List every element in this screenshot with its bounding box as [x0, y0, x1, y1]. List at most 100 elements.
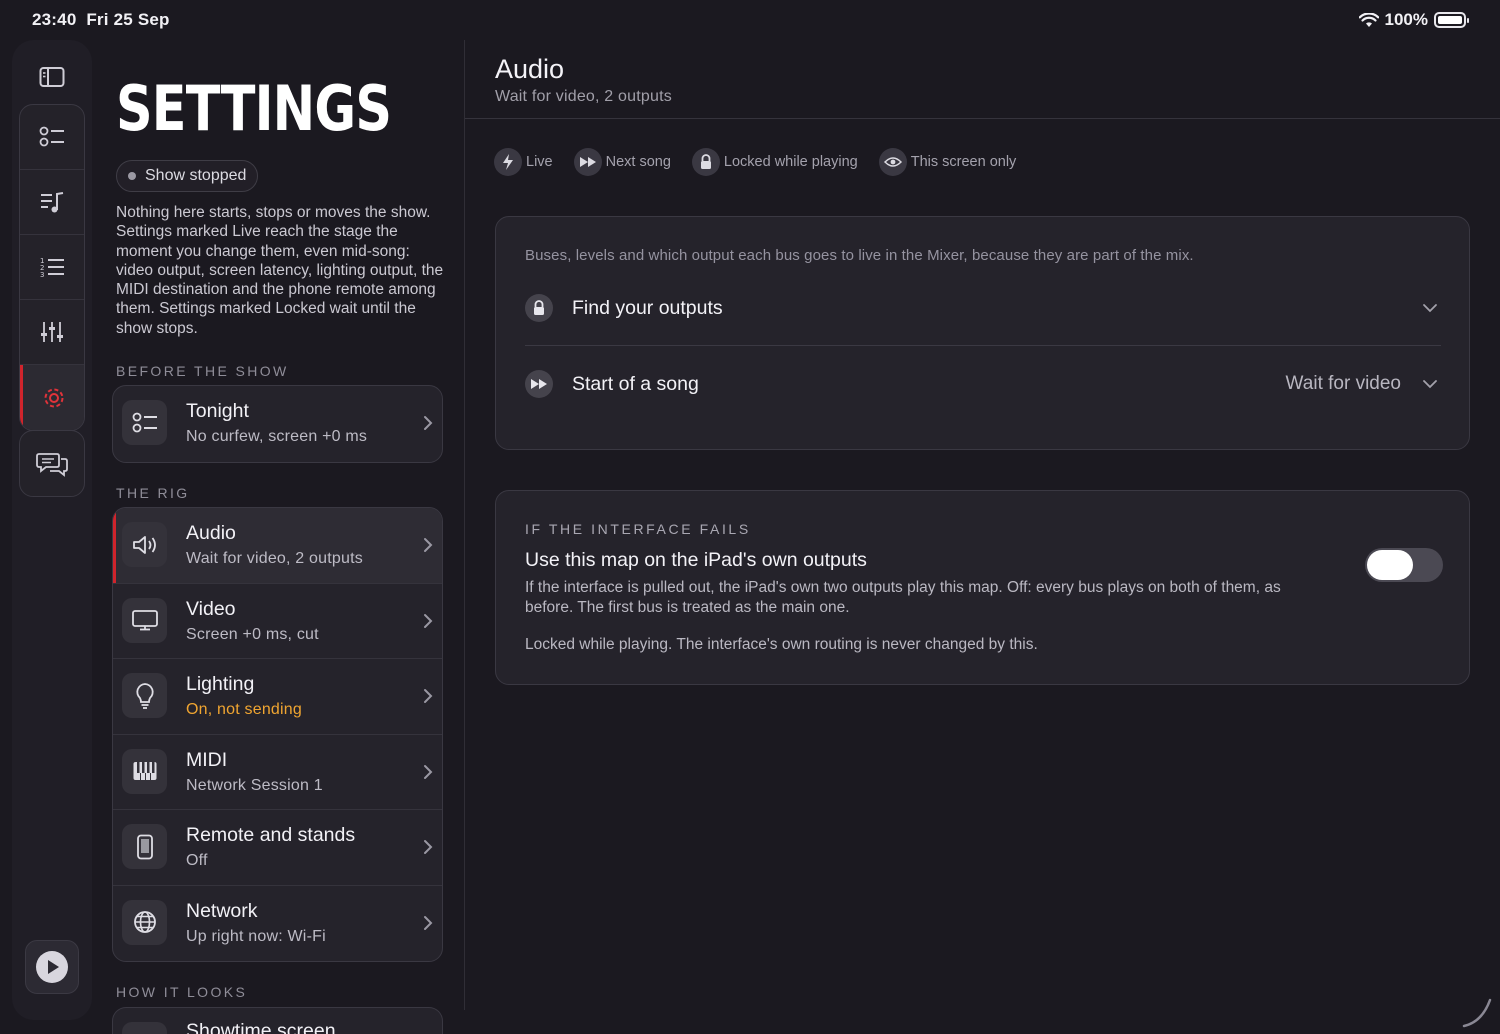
intro-text: Nothing here starts, stops or moves the …: [116, 204, 444, 337]
settings-item-title: Video: [186, 597, 236, 620]
eye-icon: [878, 148, 907, 176]
sliders-icon: [41, 322, 63, 342]
section-label: BEFORE THE SHOW: [116, 363, 289, 379]
settings-item-subtitle: No curfew, screen +0 ms: [186, 428, 368, 445]
chevron-right-icon: [424, 764, 433, 779]
screen: 23:40 Fri 25 Sep 100% 123 SETTINGS Show …: [0, 0, 1500, 1034]
legend-label: Live: [526, 154, 553, 170]
start-of-song-select[interactable]: Wait for video: [1286, 373, 1401, 395]
piano-keys-icon: [122, 748, 167, 794]
lock-icon: [525, 294, 553, 322]
music-list-icon: [41, 192, 64, 213]
nav-messages[interactable]: [20, 431, 84, 496]
legend-label: Next song: [605, 154, 671, 170]
status-time: 23:40 Fri 25 Sep: [32, 10, 170, 29]
svg-text:3: 3: [40, 271, 44, 279]
status-date: Fri 25 Sep: [86, 10, 170, 29]
legend-label: This screen only: [910, 154, 1017, 170]
nav-checklist[interactable]: [20, 105, 84, 170]
ipad-outputs-toggle[interactable]: [1365, 548, 1443, 582]
settings-item-title: Network: [186, 899, 258, 922]
status-indicators: 100%: [1358, 10, 1469, 30]
chat-icon: [36, 452, 68, 477]
nav-group: 123: [19, 104, 85, 431]
settings-item-title: Showtime screen: [186, 1020, 336, 1034]
chevron-down-icon: [1423, 304, 1437, 313]
sidebar-toggle-button[interactable]: [19, 46, 85, 108]
legend-item-next-song: Next song: [573, 148, 671, 176]
chevron-right-icon: [424, 613, 433, 628]
battery-icon: [1434, 12, 1469, 28]
settings-item-title: Remote and stands: [186, 824, 356, 846]
chevron-right-icon: [424, 915, 433, 930]
phone-icon: [122, 824, 167, 869]
nav-group-2: [19, 430, 85, 497]
settings-item-title: Audio: [186, 522, 236, 544]
section-label: THE RIG: [116, 485, 190, 501]
chevron-right-icon: [424, 689, 433, 703]
fast-forward-icon: [573, 148, 602, 176]
settings-item-subtitle: Network Session 1: [186, 776, 323, 794]
monitor-icon: [122, 597, 167, 643]
nav-settings[interactable]: [20, 365, 84, 430]
lock-icon: [691, 148, 720, 176]
legend-item-locked: Locked while playing: [691, 148, 858, 176]
settings-column: SETTINGS Show stopped Nothing here start…: [100, 40, 464, 1034]
nav-setlist[interactable]: 123: [20, 235, 84, 300]
battery-percent: 100%: [1384, 10, 1428, 29]
settings-item-title: MIDI: [186, 748, 228, 771]
gear-icon: [44, 388, 63, 407]
option-label: Start of a song: [572, 372, 699, 395]
settings-item-audio[interactable]: Audio Wait for video, 2 outputs: [113, 508, 442, 584]
settings-group-before-show: Tonight No curfew, screen +0 ms: [112, 385, 443, 463]
settings-item-subtitle: Up right now: Wi-Fi: [186, 927, 326, 945]
settings-item-subtitle: Wait for video, 2 outputs: [186, 550, 363, 567]
legend-label: Locked while playing: [723, 154, 858, 170]
nav-rail: 123: [12, 40, 92, 1020]
speaker-icon: [122, 522, 167, 567]
play-button[interactable]: [25, 940, 79, 994]
settings-item-midi[interactable]: MIDI Network Session 1: [113, 735, 442, 810]
globe-icon: [122, 899, 167, 945]
checklist-icon: [39, 126, 64, 147]
checklist-icon: [122, 400, 167, 445]
show-state-badge: Show stopped: [116, 160, 259, 192]
list-icon: 123: [40, 257, 64, 279]
settings-group-looks: Showtime screen: [112, 1007, 443, 1034]
interface-fail-card: IF THE INTERFACE FAILS Use this map on t…: [495, 490, 1470, 685]
lightbulb-icon: [122, 673, 167, 718]
sidebar-icon: [39, 67, 65, 87]
legend: Live Next song Locked while playing This…: [494, 148, 1037, 176]
option-start-of-song[interactable]: Start of a song Wait for video: [525, 354, 1441, 414]
panel-title: Audio: [495, 54, 565, 84]
page-title: SETTINGS: [116, 72, 392, 145]
settings-item-showtime-screen[interactable]: Showtime screen: [113, 1008, 442, 1034]
legend-item-live: Live: [494, 148, 553, 176]
settings-item-title: Tonight: [186, 400, 249, 422]
bolt-icon: [494, 148, 522, 176]
nav-mixer[interactable]: [20, 300, 84, 365]
chevron-right-icon: [424, 840, 433, 854]
card-kicker: IF THE INTERFACE FAILS: [525, 521, 751, 537]
settings-item-tonight[interactable]: Tonight No curfew, screen +0 ms: [113, 386, 442, 462]
nav-songs[interactable]: [20, 170, 84, 235]
settings-item-remote[interactable]: Remote and stands Off: [113, 810, 442, 886]
settings-item-subtitle: Off: [186, 852, 208, 869]
column-divider: [464, 40, 465, 1010]
resize-handle-icon: [1462, 998, 1492, 1028]
settings-item-lighting[interactable]: Lighting On, not sending: [113, 659, 442, 735]
settings-group-rig: Audio Wait for video, 2 outputs Video Sc…: [112, 507, 443, 962]
fast-forward-icon: [525, 370, 553, 398]
settings-item-title: Lighting: [186, 673, 255, 695]
audio-options-card: Buses, levels and which output each bus …: [495, 216, 1470, 450]
settings-item-video[interactable]: Video Screen +0 ms, cut: [113, 584, 442, 659]
settings-item-network[interactable]: Network Up right now: Wi-Fi: [113, 886, 442, 962]
settings-item-subtitle: On, not sending: [186, 701, 302, 718]
option-divider: [525, 345, 1441, 346]
panel-subtitle: Wait for video, 2 outputs: [495, 88, 672, 105]
section-label: HOW IT LOOKS: [116, 984, 248, 1000]
chevron-right-icon: [424, 416, 433, 430]
header-divider: [465, 118, 1500, 119]
option-find-outputs[interactable]: Find your outputs: [525, 278, 1441, 338]
option-label: Find your outputs: [572, 296, 723, 319]
